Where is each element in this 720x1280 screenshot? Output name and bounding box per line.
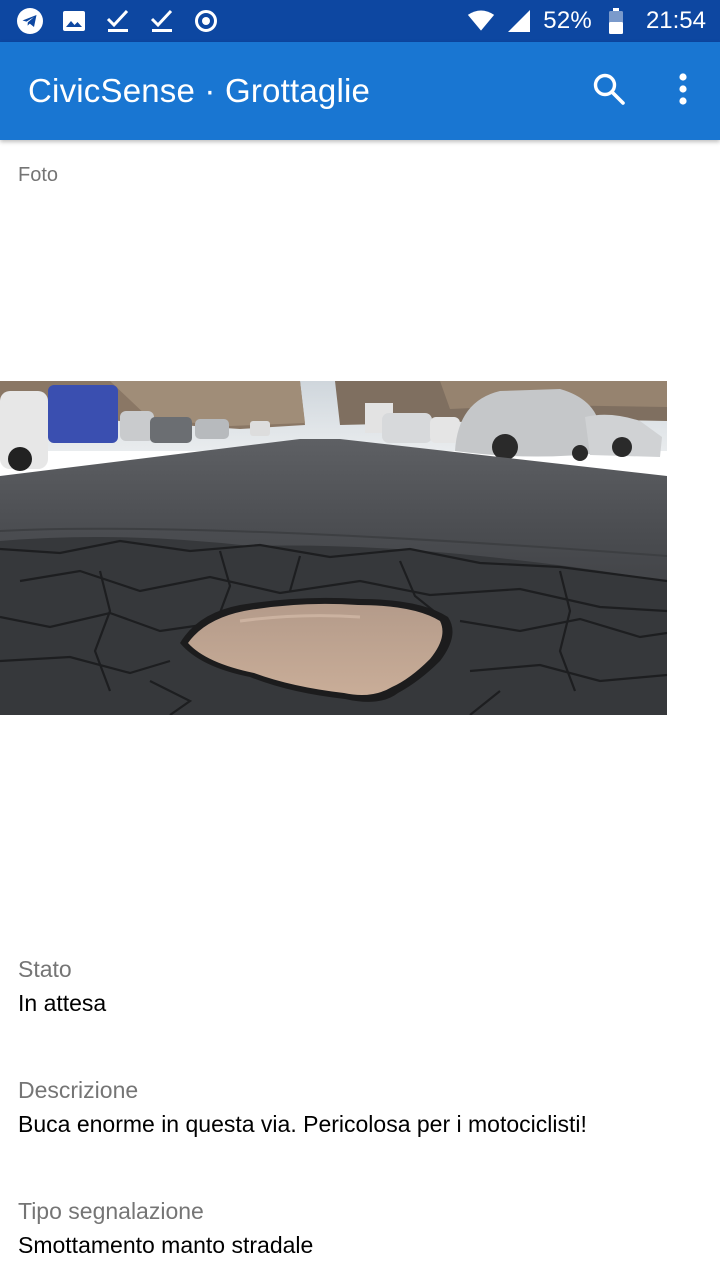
overflow-menu-button[interactable] bbox=[646, 54, 720, 128]
app-bar: CivicSense · Grottaglie bbox=[0, 42, 720, 140]
battery-icon bbox=[602, 7, 630, 35]
signal-icon bbox=[505, 7, 533, 35]
more-vert-icon bbox=[677, 72, 689, 111]
app-title: CivicSense · Grottaglie bbox=[28, 72, 371, 109]
target-icon bbox=[192, 7, 220, 35]
pothole-image bbox=[0, 381, 667, 715]
clock: 21:54 bbox=[645, 7, 706, 34]
check-icon bbox=[104, 7, 132, 35]
app-actions bbox=[572, 54, 720, 128]
photo-label: Foto bbox=[18, 164, 59, 186]
image-icon bbox=[60, 7, 88, 35]
telegram-icon bbox=[16, 7, 44, 35]
report-type-value: Smottamento manto stradale bbox=[18, 1232, 314, 1258]
search-button[interactable] bbox=[572, 54, 646, 128]
status-bar: 52% 21:54 bbox=[0, 0, 720, 42]
description-label: Descrizione bbox=[18, 1077, 139, 1103]
status-system: 52% 21:54 bbox=[467, 7, 706, 35]
search-icon bbox=[592, 72, 626, 111]
battery-percentage: 52% bbox=[543, 7, 592, 34]
report-photo[interactable] bbox=[0, 381, 667, 715]
status-label: Stato bbox=[18, 956, 72, 982]
status-value: In attesa bbox=[18, 990, 107, 1016]
wifi-icon bbox=[467, 7, 495, 35]
description-value: Buca enorme in questa via. Pericolosa pe… bbox=[18, 1111, 587, 1137]
check-icon bbox=[148, 7, 176, 35]
report-type-label: Tipo segnalazione bbox=[18, 1198, 204, 1224]
status-notifications bbox=[16, 7, 220, 35]
